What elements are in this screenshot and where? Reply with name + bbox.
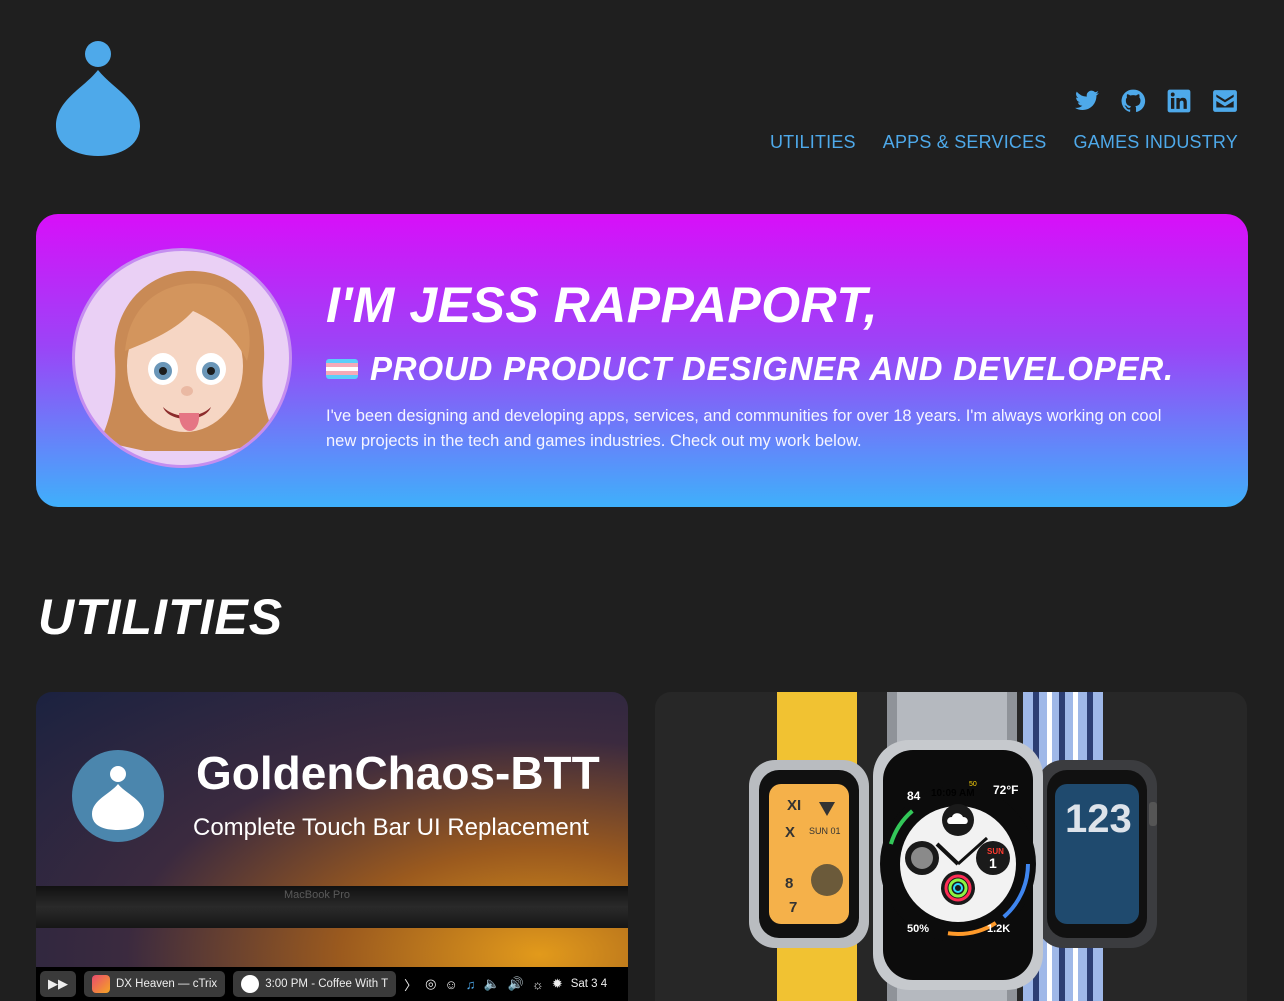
logo-drop bbox=[56, 70, 140, 156]
center-face-time: 10:09 AM bbox=[931, 788, 975, 799]
center-face-84: 84 bbox=[907, 789, 921, 803]
drop-logo[interactable] bbox=[54, 40, 142, 158]
hero-intro: I've been designing and developing apps,… bbox=[326, 407, 1162, 450]
nav-apps-services[interactable]: APPS & SERVICES bbox=[883, 132, 1047, 153]
nav-games-industry[interactable]: GAMES INDUSTRY bbox=[1074, 132, 1239, 153]
main-nav: UTILITIES APPS & SERVICES GAMES INDUSTRY bbox=[770, 132, 1238, 153]
social-links bbox=[1074, 88, 1238, 114]
hero-subtitle-text: PROUD PRODUCT DESIGNER AND DEVELOPER. bbox=[370, 350, 1174, 387]
linkedin-icon[interactable] bbox=[1166, 88, 1192, 114]
section-title-utilities: UTILITIES bbox=[38, 589, 284, 645]
right-face-digits: 123 bbox=[1065, 797, 1132, 841]
calendar-event: 3:00 PM - Coffee With T bbox=[233, 971, 397, 997]
avatar bbox=[72, 248, 292, 468]
goldenchaos-logo-icon bbox=[72, 750, 164, 842]
left-face-7: 7 bbox=[789, 899, 797, 916]
left-face-day: SUN 01 bbox=[809, 826, 841, 836]
volume-down-icon: 🔈 bbox=[483, 976, 500, 991]
project-card-watch-faces[interactable]: XI X SUN 01 8 7 123 SUN 1 84 10:09 AM 50… bbox=[655, 692, 1247, 1001]
card-title: GoldenChaos-BTT bbox=[196, 747, 600, 799]
macbook-edge: MacBook Pro bbox=[36, 886, 628, 928]
center-face-date: 1 bbox=[989, 855, 997, 871]
apple-watch-image: XI X SUN 01 8 7 123 SUN 1 84 10:09 AM 50… bbox=[749, 692, 1157, 1001]
nav-utilities[interactable]: UTILITIES bbox=[770, 132, 856, 153]
album-art-icon bbox=[92, 975, 110, 993]
airpods-icon: ♫ bbox=[465, 976, 476, 992]
chevron-right-icon: 〉 bbox=[404, 977, 418, 993]
touchbar: ▶▶ DX Heaven — cTrix 3:00 PM - Coffee Wi… bbox=[36, 967, 628, 1001]
left-face-8: 8 bbox=[785, 875, 793, 892]
volume-up-icon: 🔊 bbox=[507, 976, 524, 991]
touchbar-date: Sat 3 4 bbox=[570, 978, 608, 990]
hero-title: I'M JESS RAPPAPORT, bbox=[326, 277, 879, 333]
chrome-icon bbox=[241, 975, 260, 993]
calendar-event-text: 3:00 PM - Coffee With T bbox=[265, 978, 389, 990]
github-icon[interactable] bbox=[1120, 88, 1146, 114]
brightness-down-icon: ☼ bbox=[531, 976, 544, 992]
left-face-x: X bbox=[785, 824, 795, 841]
left-face-xi: XI bbox=[787, 797, 801, 814]
center-face-humidity: 50% bbox=[907, 923, 929, 935]
now-playing-text: DX Heaven — cTrix bbox=[116, 978, 218, 990]
center-face-steps: 1.2K bbox=[987, 923, 1010, 935]
hero-banner: I'M JESS RAPPAPORT, PROUD PRODUCT DESIGN… bbox=[36, 214, 1248, 507]
now-playing: DX Heaven — cTrix bbox=[84, 971, 226, 997]
logo-dot bbox=[85, 41, 111, 67]
hero-subtitle: PROUD PRODUCT DESIGNER AND DEVELOPER. bbox=[326, 350, 1174, 388]
macbook-label: MacBook Pro bbox=[284, 889, 351, 901]
emoji-icon: ☺ bbox=[444, 976, 458, 992]
center-face-50: 50 bbox=[969, 781, 977, 788]
trans-flag-icon bbox=[326, 359, 358, 379]
safari-icon: ◎ bbox=[425, 976, 437, 991]
center-face-temp: 72°F bbox=[993, 783, 1018, 797]
email-icon[interactable] bbox=[1212, 88, 1238, 114]
brightness-up-icon: ✹ bbox=[551, 976, 563, 991]
twitter-icon[interactable] bbox=[1074, 88, 1100, 114]
project-card-goldenchaos[interactable]: GoldenChaos-BTT Complete Touch Bar UI Re… bbox=[36, 692, 628, 1001]
fast-forward-icon: ▶▶ bbox=[40, 971, 76, 997]
card-subtitle: Complete Touch Bar UI Replacement bbox=[193, 814, 589, 841]
